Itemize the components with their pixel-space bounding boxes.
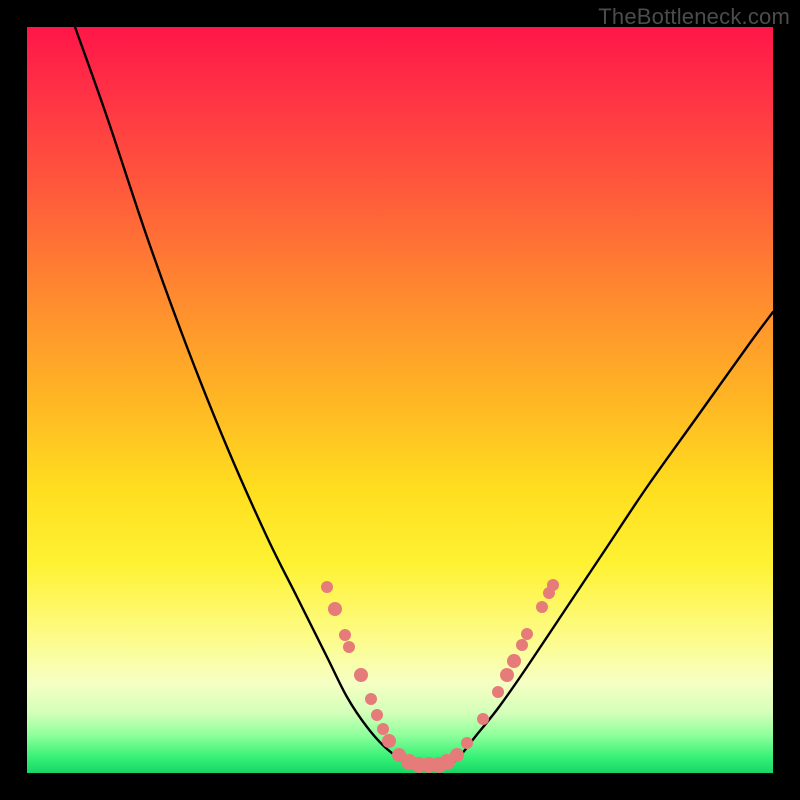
curve-marker: [500, 668, 514, 682]
watermark-text: TheBottleneck.com: [598, 4, 790, 30]
bottleneck-curve: [75, 27, 773, 767]
curve-marker: [365, 693, 377, 705]
curve-marker: [382, 734, 396, 748]
chart-frame: TheBottleneck.com: [0, 0, 800, 800]
curve-marker: [516, 639, 528, 651]
curve-marker: [328, 602, 342, 616]
curve-marker: [377, 723, 389, 735]
plot-area: [27, 27, 773, 773]
curve-marker: [450, 748, 464, 762]
bottleneck-curve-svg: [27, 27, 773, 773]
curve-marker: [477, 713, 489, 725]
curve-marker: [461, 737, 473, 749]
curve-marker: [521, 628, 533, 640]
curve-marker: [371, 709, 383, 721]
curve-marker: [492, 686, 504, 698]
curve-marker: [547, 579, 559, 591]
curve-marker: [321, 581, 333, 593]
curve-markers: [321, 579, 559, 773]
curve-marker: [354, 668, 368, 682]
curve-marker: [507, 654, 521, 668]
curve-marker: [339, 629, 351, 641]
curve-marker: [536, 601, 548, 613]
curve-marker: [343, 641, 355, 653]
